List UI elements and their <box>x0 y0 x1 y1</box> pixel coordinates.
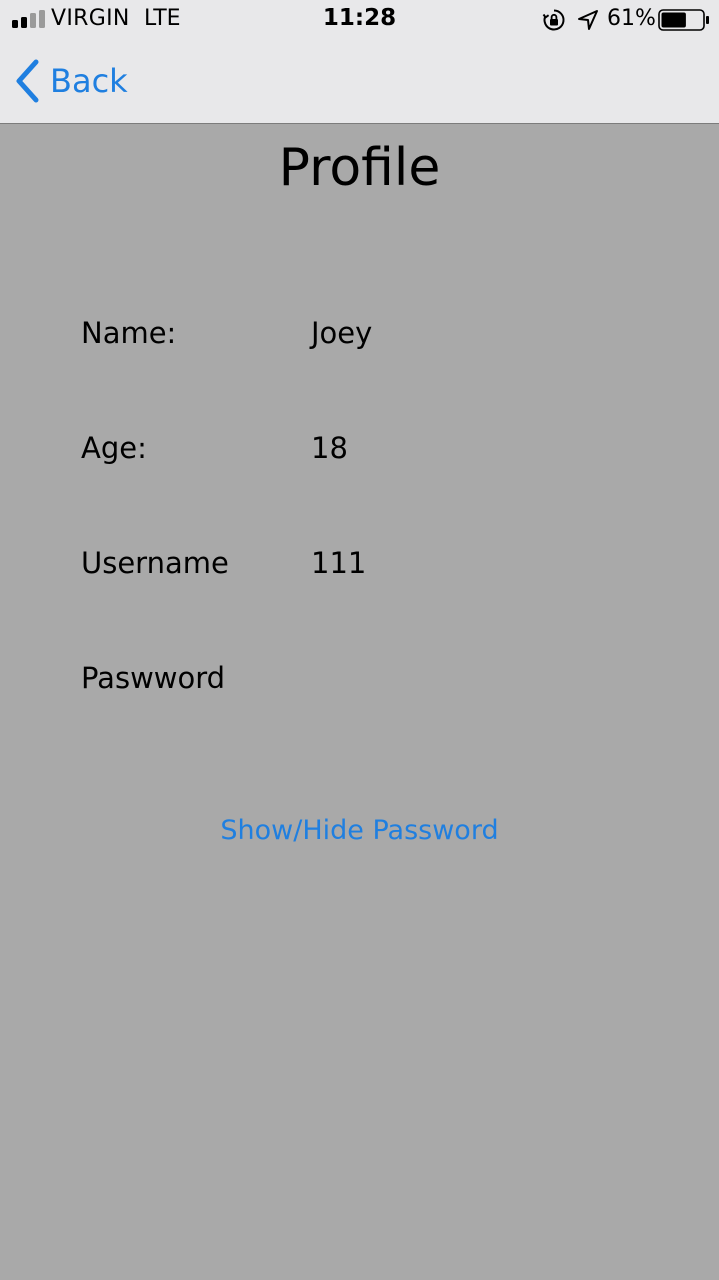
name-value: Joey <box>311 316 373 350</box>
username-label: Username <box>81 546 229 580</box>
back-label: Back <box>50 62 128 100</box>
back-button[interactable]: Back <box>14 56 128 106</box>
status-bar: VIRGIN LTE 11:28 61% <box>0 0 719 40</box>
chevron-left-icon <box>16 59 39 103</box>
battery-percent: 61% <box>607 6 656 31</box>
page-title: Profile <box>278 138 441 198</box>
name-label: Name: <box>81 316 177 350</box>
username-value: 111 <box>311 546 367 580</box>
password-label: Paswword <box>81 661 226 695</box>
orientation-lock-icon <box>542 9 565 31</box>
age-value: 18 <box>311 431 348 465</box>
profile-screen: VIRGIN LTE 11:28 61% Back Profile Name: … <box>0 0 719 1280</box>
show-hide-password-button[interactable]: Show/Hide Password <box>0 815 719 846</box>
location-arrow-icon <box>578 10 598 30</box>
age-label: Age: <box>81 431 147 465</box>
battery-icon <box>658 9 709 31</box>
top-bar: VIRGIN LTE 11:28 61% Back <box>0 0 719 124</box>
